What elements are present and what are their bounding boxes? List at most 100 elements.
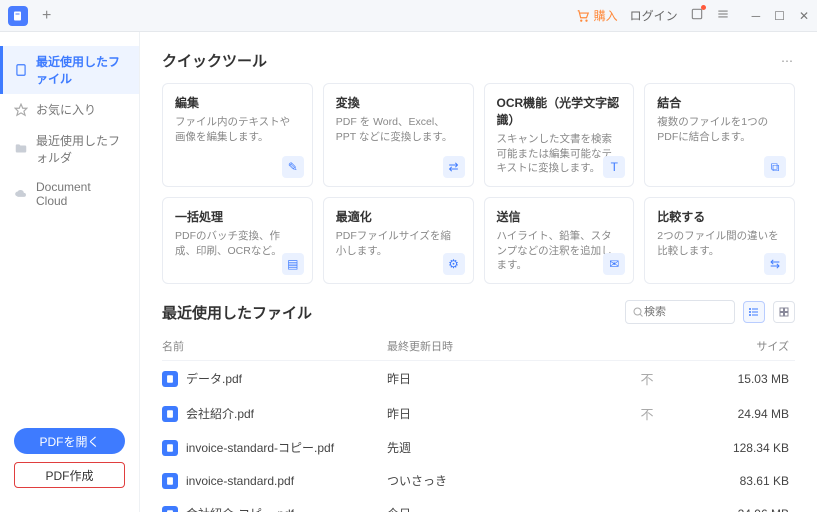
star-icon [14, 103, 28, 117]
sidebar-item-recent-folders[interactable]: 最近使用したフォルダ [0, 125, 139, 173]
list-view-button[interactable] [743, 301, 765, 323]
card-icon: ⧉ [764, 156, 786, 178]
file-size: 83.61 KB [717, 474, 795, 488]
notification-icon[interactable] [690, 7, 704, 24]
cloud-icon [14, 187, 28, 201]
file-date: 先週 [387, 439, 577, 456]
open-pdf-button[interactable]: PDFを開く [14, 428, 125, 454]
file-size: 24.94 MB [717, 407, 795, 421]
quicktool-card[interactable]: 結合 複数のファイルを1つのPDFに結合します。 ⧉ [644, 83, 795, 187]
card-icon: ✉ [603, 253, 625, 275]
table-row[interactable]: 会社紹介-コピー.pdf 今日 24.96 MB [162, 497, 795, 512]
pdf-file-icon [162, 371, 178, 387]
card-icon: ✎ [282, 156, 304, 178]
folder-icon [14, 142, 28, 156]
quicktool-card[interactable]: 変換 PDF を Word、Excel、PPT などに変換します。 ⇄ [323, 83, 474, 187]
col-size: サイズ [717, 338, 795, 354]
file-date: 昨日 [387, 405, 577, 422]
file-date: 今日 [387, 505, 577, 512]
card-title: 結合 [657, 94, 782, 111]
pin-icon[interactable]: 不 [640, 407, 653, 422]
pdf-file-icon [162, 506, 178, 512]
file-date: 昨日 [387, 370, 577, 387]
sidebar-item-favorites[interactable]: お気に入り [0, 94, 139, 125]
file-name: データ.pdf [186, 370, 242, 387]
sidebar-item-label: 最近使用したファイル [36, 53, 125, 87]
quicktools-grid: 編集 ファイル内のテキストや画像を編集します。 ✎変換 PDF を Word、E… [162, 83, 795, 284]
card-title: 比較する [657, 208, 782, 225]
table-row[interactable]: 会社紹介.pdf 昨日 不 24.94 MB [162, 396, 795, 431]
file-name: 会社紹介-コピー.pdf [186, 505, 294, 512]
card-icon: ▤ [282, 253, 304, 275]
file-name: invoice-standard-コピー.pdf [186, 439, 334, 456]
quicktool-card[interactable]: 編集 ファイル内のテキストや画像を編集します。 ✎ [162, 83, 313, 187]
titlebar: + 購入 ログイン ─ ☐ ✕ [0, 0, 817, 32]
card-icon: ⇆ [764, 253, 786, 275]
pin-icon[interactable]: 不 [640, 372, 653, 387]
file-date: ついさっき [387, 472, 577, 489]
search-box[interactable] [625, 300, 735, 324]
quicktools-more[interactable]: ⋯ [781, 54, 795, 68]
card-desc: 2つのファイル間の違いを比較します。 [657, 229, 782, 258]
pin-cell: 不 [577, 369, 717, 388]
cart-icon [576, 9, 590, 23]
sidebar-item-recent-files[interactable]: 最近使用したファイル [0, 46, 139, 94]
quicktool-card[interactable]: 一括処理 PDFのバッチ変換、作成、印刷、OCRなど。 ▤ [162, 197, 313, 284]
file-size: 24.96 MB [717, 507, 795, 512]
file-size: 15.03 MB [717, 372, 795, 386]
create-pdf-button[interactable]: PDF作成 [14, 462, 125, 488]
purchase-link[interactable]: 購入 [576, 7, 618, 24]
card-desc: PDFのバッチ変換、作成、印刷、OCRなど。 [175, 229, 300, 258]
table-row[interactable]: invoice-standard-コピー.pdf 先週 128.34 KB [162, 431, 795, 464]
table-row[interactable]: データ.pdf 昨日 不 15.03 MB [162, 361, 795, 396]
quicktool-card[interactable]: OCR機能（光学文字認識） スキャンした文書を検索可能または編集可能なテキストに… [484, 83, 635, 187]
pdf-file-icon [162, 440, 178, 456]
recent-title: 最近使用したファイル [162, 302, 312, 323]
close-button[interactable]: ✕ [799, 9, 809, 23]
quicktools-title: クイックツール [162, 50, 267, 71]
card-desc: ファイル内のテキストや画像を編集します。 [175, 115, 300, 144]
table-header: 名前 最終更新日時 サイズ [162, 332, 795, 361]
minimize-button[interactable]: ─ [752, 9, 761, 23]
file-name: 会社紹介.pdf [186, 405, 254, 422]
new-tab-button[interactable]: + [36, 7, 57, 25]
main-content: クイックツール ⋯ 編集 ファイル内のテキストや画像を編集します。 ✎変換 PD… [140, 32, 817, 512]
app-logo [8, 6, 28, 26]
pin-cell: 不 [577, 404, 717, 423]
maximize-button[interactable]: ☐ [774, 9, 785, 23]
col-name: 名前 [162, 338, 387, 354]
file-icon [14, 63, 28, 77]
card-title: 変換 [336, 94, 461, 111]
card-desc: 複数のファイルを1つのPDFに結合します。 [657, 115, 782, 144]
card-title: 送信 [497, 208, 622, 225]
pdf-file-icon [162, 473, 178, 489]
card-icon: ⇄ [443, 156, 465, 178]
grid-view-button[interactable] [773, 301, 795, 323]
menu-icon[interactable] [716, 7, 730, 24]
pdf-file-icon [162, 406, 178, 422]
quicktool-card[interactable]: 送信 ハイライト、鉛筆、スタンプなどの注釈を追加します。 ✉ [484, 197, 635, 284]
table-row[interactable]: invoice-standard.pdf ついさっき 83.61 KB [162, 464, 795, 497]
card-desc: PDFファイルサイズを縮小します。 [336, 229, 461, 258]
card-icon: T [603, 156, 625, 178]
purchase-label: 購入 [594, 7, 618, 24]
sidebar-item-label: 最近使用したフォルダ [36, 132, 125, 166]
card-icon: ⚙ [443, 253, 465, 275]
card-title: OCR機能（光学文字認識） [497, 94, 622, 128]
sidebar: 最近使用したファイル お気に入り 最近使用したフォルダ Document Clo… [0, 32, 140, 512]
card-title: 最適化 [336, 208, 461, 225]
quicktool-card[interactable]: 比較する 2つのファイル間の違いを比較します。 ⇆ [644, 197, 795, 284]
file-size: 128.34 KB [717, 441, 795, 455]
col-date: 最終更新日時 [387, 338, 577, 354]
sidebar-item-document-cloud[interactable]: Document Cloud [0, 173, 139, 215]
sidebar-item-label: Document Cloud [36, 180, 125, 208]
card-title: 編集 [175, 94, 300, 111]
sidebar-item-label: お気に入り [36, 101, 96, 118]
login-link[interactable]: ログイン [630, 7, 678, 24]
file-list: データ.pdf 昨日 不 15.03 MB 会社紹介.pdf 昨日 不 24.9… [162, 361, 795, 512]
quicktool-card[interactable]: 最適化 PDFファイルサイズを縮小します。 ⚙ [323, 197, 474, 284]
search-input[interactable] [644, 306, 714, 318]
card-desc: PDF を Word、Excel、PPT などに変換します。 [336, 115, 461, 144]
card-title: 一括処理 [175, 208, 300, 225]
search-icon [632, 306, 644, 318]
